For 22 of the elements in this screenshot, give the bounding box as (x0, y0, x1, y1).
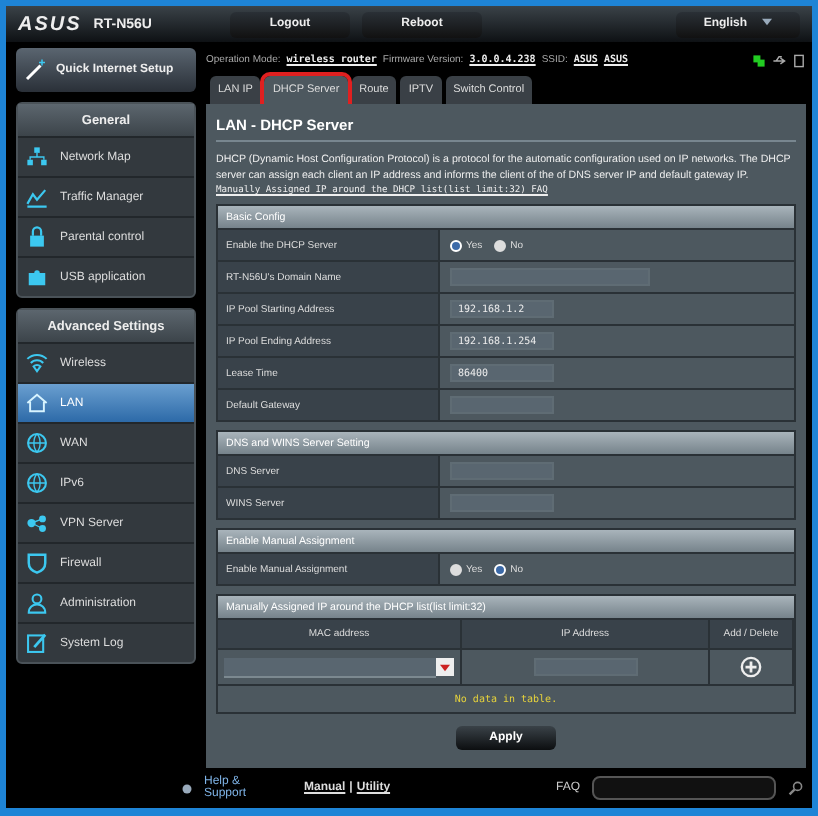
caret-icon (762, 18, 773, 26)
person-icon (26, 592, 48, 614)
network-icon (26, 512, 48, 534)
lock-icon (26, 226, 48, 248)
globe-icon (26, 472, 48, 494)
brand-logo: ASUS (18, 13, 82, 35)
globe-icon (26, 432, 48, 454)
shield-icon (26, 552, 48, 574)
house-icon (26, 392, 48, 414)
notepad-icon (26, 632, 48, 654)
caret-icon (440, 663, 450, 671)
plus-icon (740, 656, 762, 678)
search-icon (788, 780, 804, 796)
network-icon (26, 146, 48, 168)
chart-icon (26, 186, 48, 208)
network-status-icon (752, 53, 766, 67)
wifi-icon (26, 352, 48, 374)
faq-search-field[interactable] (592, 776, 776, 800)
help-icon (182, 783, 192, 793)
wand-icon (24, 58, 48, 82)
mac-address-dropdown[interactable] (224, 658, 454, 676)
add-button[interactable] (740, 656, 762, 678)
